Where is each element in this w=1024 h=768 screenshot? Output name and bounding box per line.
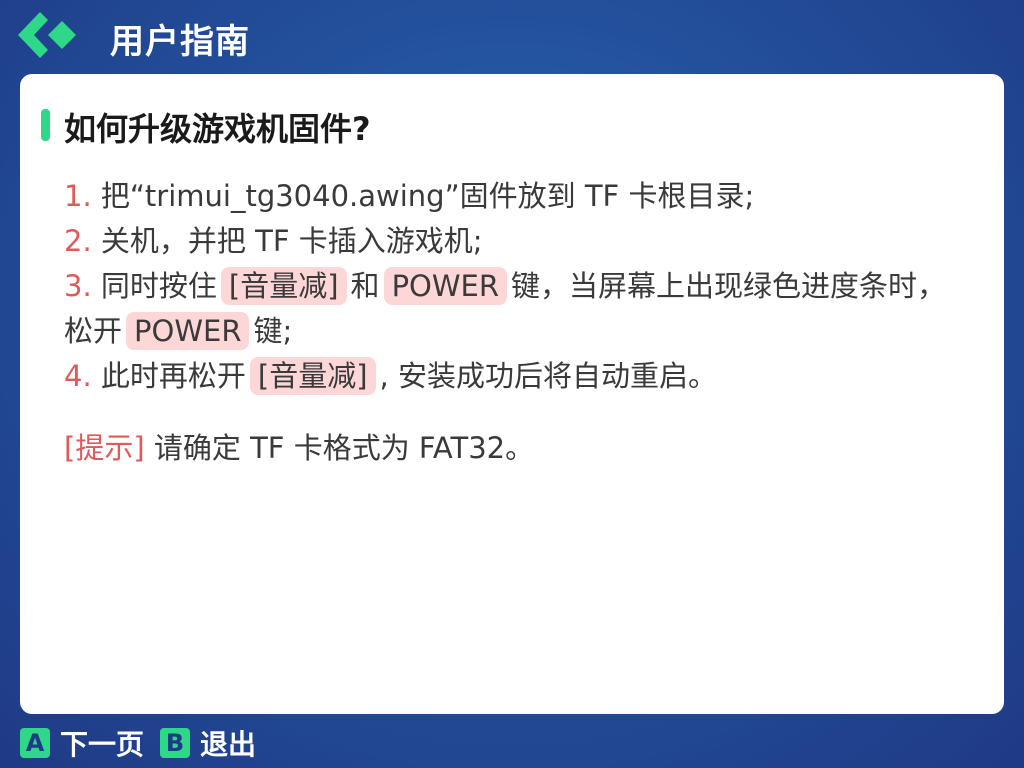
a-button-icon[interactable]: A xyxy=(20,728,50,758)
question-accent-bar xyxy=(41,109,50,141)
power-key-badge: POWER xyxy=(383,267,508,305)
step-item-1: 1. 把“trimui_tg3040.awing”固件放到 TF 卡根目录; xyxy=(64,174,964,219)
hint-text: 请确定 TF 卡格式为 FAT32。 xyxy=(153,431,535,465)
step-text: 关机，并把 TF 卡插入游戏机; xyxy=(100,224,483,258)
volume-down-key-badge: [音量减] xyxy=(249,357,376,395)
step-text: , 安装成功后将自动重启。 xyxy=(379,359,717,393)
next-page-label[interactable]: 下一页 xyxy=(60,723,144,763)
step-text: 键; xyxy=(253,314,293,348)
hint-line: [提示] 请确定 TF 卡格式为 FAT32。 xyxy=(64,426,534,471)
step-item-4: 4. 此时再松开 [音量减], 安装成功后将自动重启。 xyxy=(64,354,964,399)
step-text: 同时按住 xyxy=(100,269,217,303)
content-panel: 如何升级游戏机固件? 1. 把“trimui_tg3040.awing”固件放到… xyxy=(20,74,1004,714)
footer-controls: A 下一页 B 退出 xyxy=(20,723,272,763)
step-number: 2. xyxy=(64,224,92,258)
header-bar: 用户指南 xyxy=(0,0,1024,72)
step-item-2: 2. 关机，并把 TF 卡插入游戏机; xyxy=(64,219,964,264)
exit-label[interactable]: 退出 xyxy=(200,723,256,763)
question-heading: 如何升级游戏机固件? xyxy=(64,110,371,148)
step-text: 和 xyxy=(350,269,380,303)
step-text: 此时再松开 xyxy=(100,359,246,393)
b-button-icon[interactable]: B xyxy=(160,728,191,758)
page-title: 用户指南 xyxy=(110,22,250,62)
power-key-badge: POWER xyxy=(126,312,250,350)
diamond-arrow-logo-icon xyxy=(18,12,76,58)
step-text: 把“trimui_tg3040.awing”固件放到 TF 卡根目录; xyxy=(100,179,755,213)
volume-down-key-badge: [音量减] xyxy=(220,267,347,305)
step-number: 4. xyxy=(64,359,92,393)
step-number: 3. xyxy=(64,269,92,303)
step-item-3: 3. 同时按住 [音量减] 和 POWER 键，当屏幕上出现绿色进度条时，松开 POWER… xyxy=(64,264,964,354)
hint-tag: [提示] xyxy=(64,431,145,465)
step-number: 1. xyxy=(64,179,92,213)
steps-list: 1. 把“trimui_tg3040.awing”固件放到 TF 卡根目录; 2… xyxy=(64,174,964,399)
